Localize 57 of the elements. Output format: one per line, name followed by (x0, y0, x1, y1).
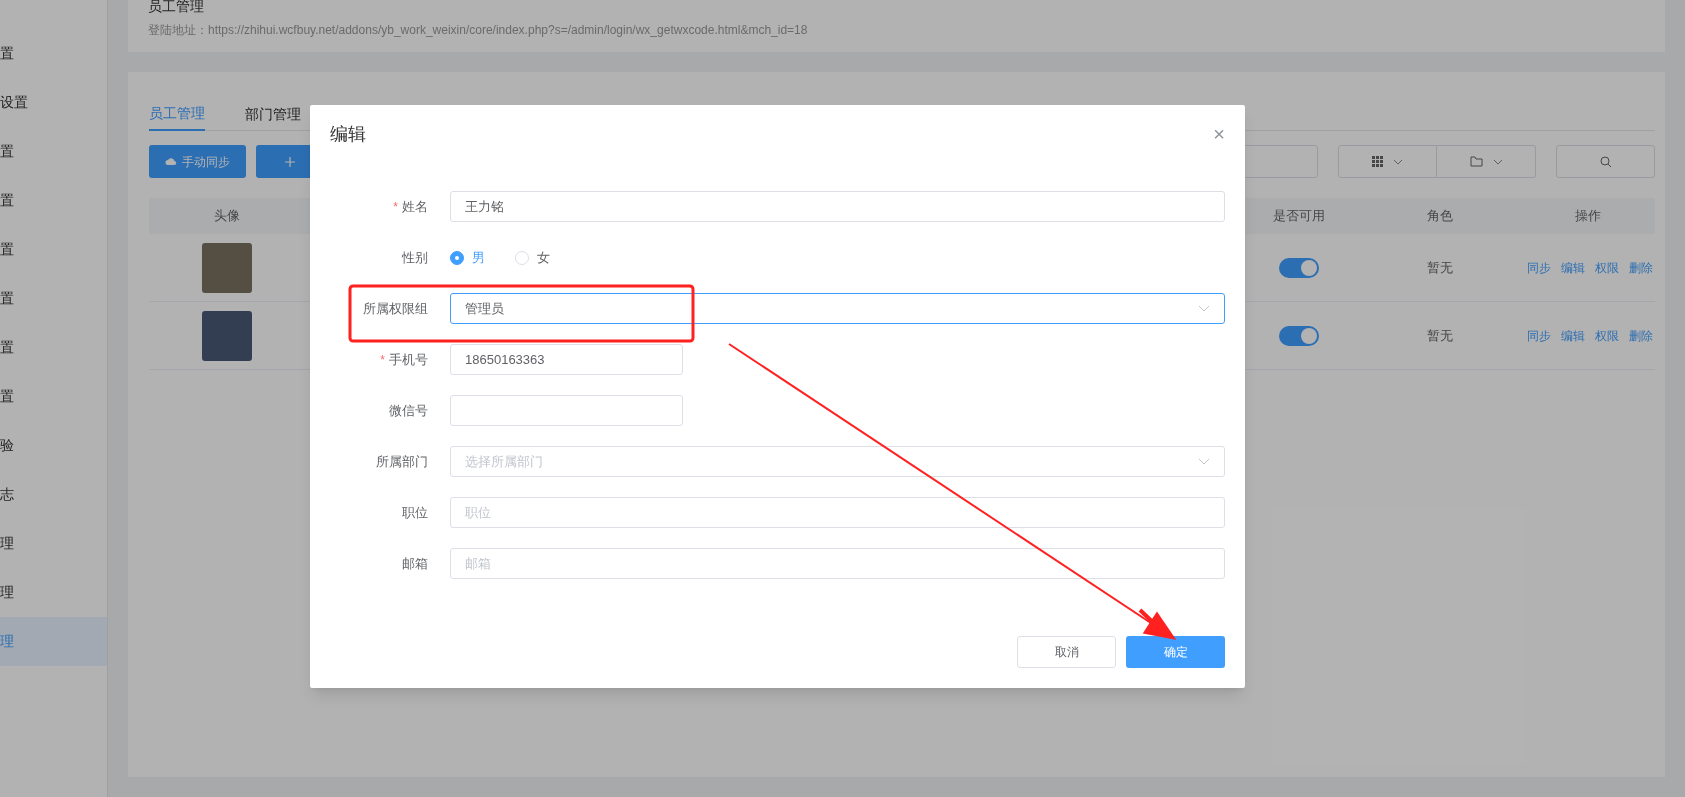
required-mark: * (393, 198, 398, 216)
sidebar-item[interactable]: 置 (0, 176, 107, 225)
sidebar-item[interactable]: 置 (0, 372, 107, 421)
input-field[interactable]: 职位 (450, 497, 1225, 528)
sidebar-item[interactable]: 置 (0, 225, 107, 274)
column-header: 头像 (212, 207, 241, 226)
sidebar-item[interactable]: 志 (0, 470, 107, 519)
sidebar-item[interactable]: 验 (0, 421, 107, 470)
layout-dropdown[interactable] (1338, 145, 1437, 178)
folder-icon (1469, 156, 1483, 167)
column-header: 是否可用 (1272, 207, 1326, 226)
field-label: 微信号 (389, 401, 428, 420)
plus-icon (284, 155, 296, 168)
sidebar-item[interactable]: 置 (0, 127, 107, 176)
chevron-down-icon (1198, 458, 1210, 465)
field-label: 所属权限组 (363, 299, 428, 318)
folder-dropdown[interactable] (1437, 145, 1536, 178)
chevron-down-icon (1492, 158, 1503, 165)
field-label: 邮箱 (402, 554, 428, 573)
avatar-photo-placeholder (201, 310, 252, 361)
input-field[interactable]: 18650163363 (450, 344, 683, 375)
role-text: 暂无 (1427, 258, 1453, 277)
radio-option[interactable]: 女 (515, 247, 550, 268)
cancel-button[interactable]: 取消 (1017, 636, 1116, 668)
grid-icon (1372, 156, 1383, 167)
chevron-down-icon (1198, 305, 1210, 312)
login-url: 登陆地址：https://zhihui.wcfbuy.net/addons/yb_work_weixin/core/index.php?s=/admin/login/wx_getwxcode.html&mch_id=18 (148, 22, 809, 39)
search-button[interactable] (1556, 145, 1655, 178)
role-text: 暂无 (1427, 326, 1453, 345)
toggle-switch[interactable] (1279, 325, 1319, 346)
cloud-icon (165, 157, 177, 166)
radio-button[interactable] (450, 250, 464, 265)
sidebar-item[interactable]: 置 (0, 29, 107, 78)
sidebar-item[interactable]: 置 (0, 274, 107, 323)
column-header: 操作 (1573, 207, 1602, 226)
select-field[interactable]: 管理员 (450, 293, 1225, 324)
tab[interactable]: 部门管理 (245, 98, 301, 131)
input-field[interactable]: 王力铭 (450, 191, 1225, 222)
input-field[interactable]: 邮箱 (450, 548, 1225, 579)
sidebar-item[interactable]: 理 (0, 519, 107, 568)
field-label: 职位 (402, 503, 428, 522)
input-field[interactable] (450, 395, 683, 426)
sidebar-item[interactable]: 置 (0, 323, 107, 372)
avatar-photo-placeholder (201, 242, 252, 293)
sidebar-item[interactable]: 理 (0, 568, 107, 617)
field-label: 性别 (402, 248, 428, 267)
sidebar-item[interactable]: 设置 (0, 78, 107, 127)
field-label: 手机号 (389, 350, 428, 369)
search-icon (1599, 155, 1612, 168)
page-title: 员工管理 (148, 0, 205, 16)
field-label: 姓名 (402, 197, 428, 216)
chevron-down-icon (1393, 158, 1403, 165)
toggle-switch[interactable] (1279, 257, 1319, 278)
dialog-title: 编辑 (330, 122, 366, 146)
required-mark: * (380, 351, 385, 369)
column-header: 角色 (1426, 207, 1454, 226)
field-label: 所属部门 (376, 452, 428, 471)
